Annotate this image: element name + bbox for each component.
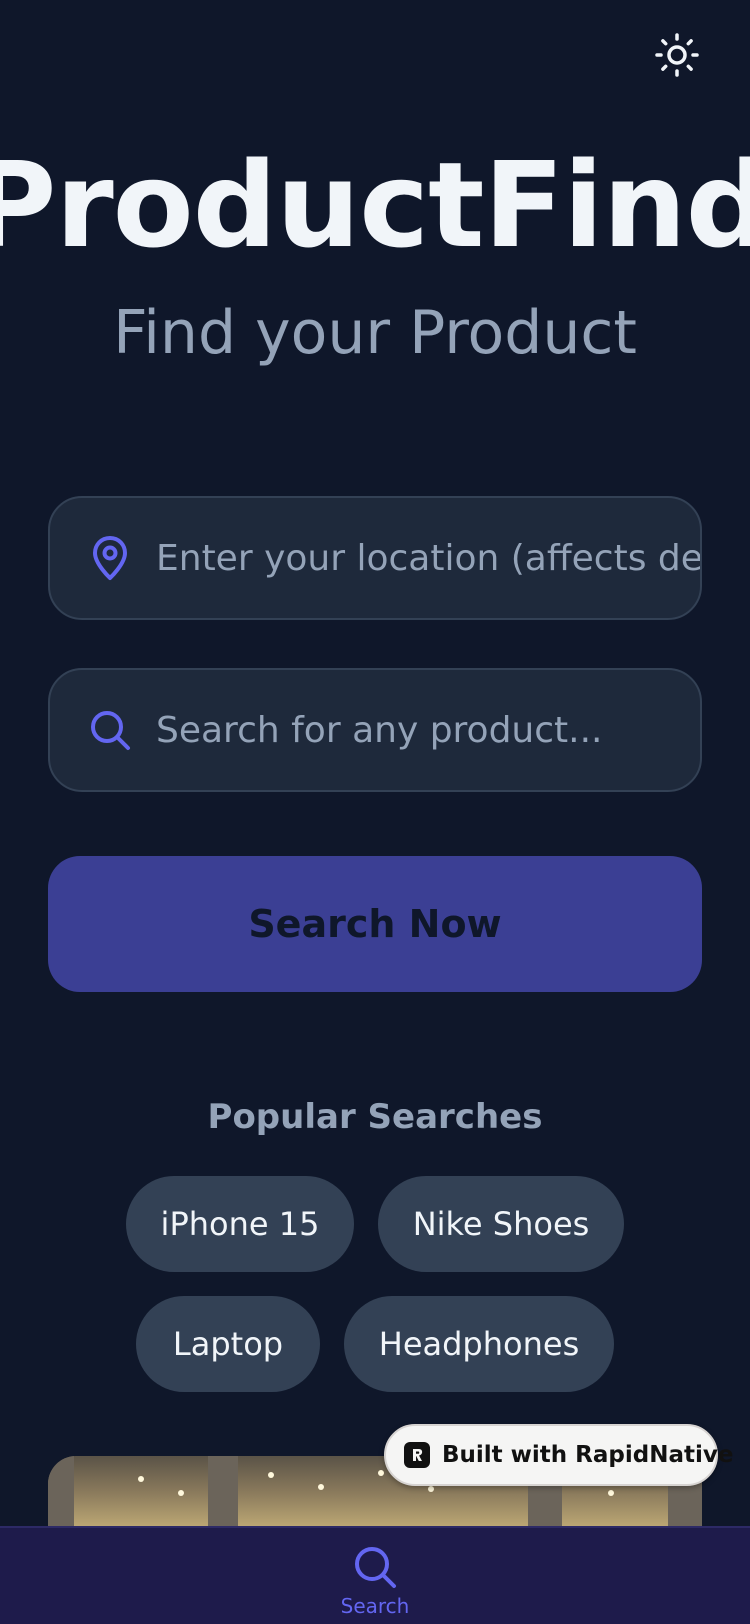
- bottom-tab-bar: Search: [0, 1526, 750, 1624]
- search-input[interactable]: [156, 690, 700, 770]
- built-with-label: Built with RapidNative: [442, 1442, 734, 1468]
- tab-search[interactable]: Search: [325, 1528, 425, 1624]
- rapidnative-logo-icon: [404, 1442, 430, 1468]
- app-subtitle: Find your Product: [113, 298, 637, 368]
- location-field[interactable]: [48, 496, 702, 620]
- screen: ProductFinder Find your Product Search N…: [0, 0, 750, 1624]
- search-icon: [355, 1547, 396, 1588]
- theme-toggle-button[interactable]: [652, 30, 702, 80]
- search-now-button[interactable]: Search Now: [48, 856, 702, 992]
- app-title: ProductFinder: [0, 136, 750, 274]
- popular-chip-laptop[interactable]: Laptop: [136, 1296, 320, 1392]
- tab-search-label: Search: [340, 1594, 410, 1618]
- built-with-badge[interactable]: Built with RapidNative: [384, 1424, 733, 1486]
- popular-searches-heading: Popular Searches: [207, 1097, 543, 1137]
- search-icon: [86, 706, 134, 754]
- sun-icon: [655, 33, 699, 77]
- popular-chip-headphones[interactable]: Headphones: [344, 1296, 614, 1392]
- popular-chip-nike-shoes[interactable]: Nike Shoes: [378, 1176, 624, 1272]
- location-input[interactable]: [156, 518, 700, 598]
- popular-chip-iphone-15[interactable]: iPhone 15: [126, 1176, 354, 1272]
- map-pin-icon: [86, 534, 134, 582]
- search-field[interactable]: [48, 668, 702, 792]
